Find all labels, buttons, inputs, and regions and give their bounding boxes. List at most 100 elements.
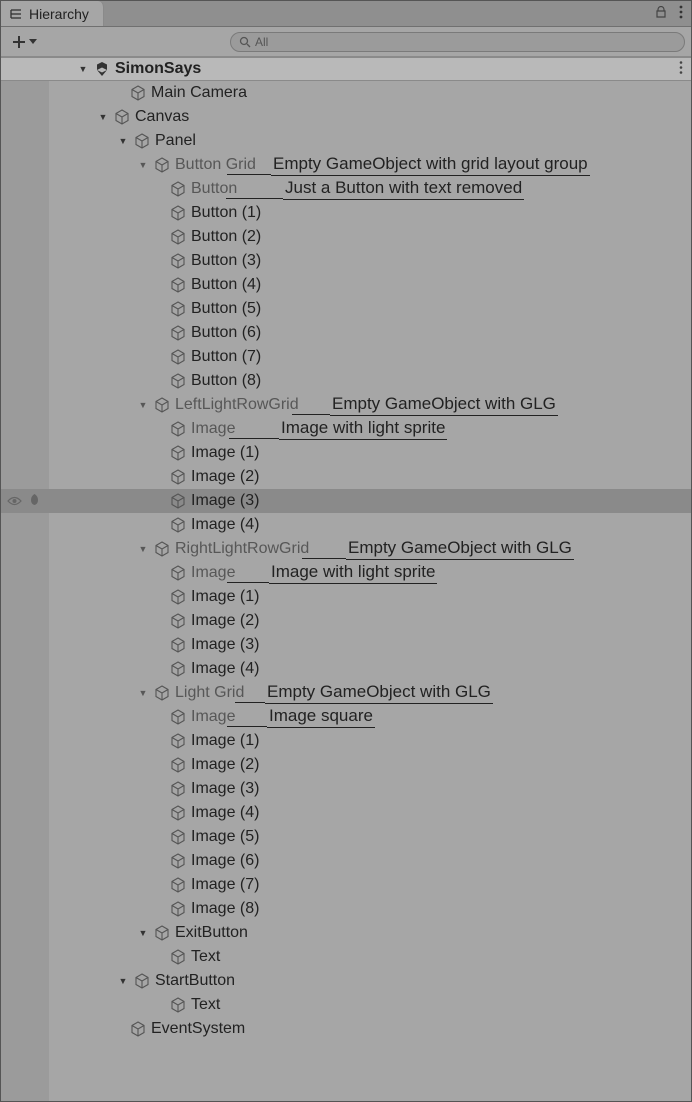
tree-row[interactable]: Image (4) xyxy=(1,513,691,537)
tree-item-label: Light Grid xyxy=(175,684,244,702)
tree-item-label: StartButton xyxy=(155,972,235,990)
tree-row[interactable]: Image (2) xyxy=(1,465,691,489)
tree-row[interactable]: Button (8) xyxy=(1,369,691,393)
tree-item-label: Button (6) xyxy=(191,324,261,342)
gameobject-icon xyxy=(169,517,187,533)
tree-row[interactable]: Button (7) xyxy=(1,345,691,369)
tree-item-label: Image (1) xyxy=(191,732,259,750)
tree-item-label: Button (8) xyxy=(191,372,261,390)
tree-item-label: EventSystem xyxy=(151,1020,245,1038)
tree-row[interactable]: Image (4) xyxy=(1,801,691,825)
gameobject-icon xyxy=(169,733,187,749)
tree-item-label: Button xyxy=(191,180,237,198)
foldout-icon[interactable]: ▼ xyxy=(97,112,109,122)
tree-row[interactable]: Main Camera xyxy=(1,81,691,105)
tree-row[interactable]: Image xyxy=(1,705,691,729)
tree-item-label: RightLightRowGrid xyxy=(175,540,309,558)
gameobject-icon xyxy=(169,229,187,245)
tree-row[interactable]: Text xyxy=(1,945,691,969)
tree-item-label: Image xyxy=(191,420,235,438)
gameobject-icon xyxy=(169,469,187,485)
foldout-icon[interactable]: ▼ xyxy=(137,544,149,554)
search-field[interactable] xyxy=(230,32,685,52)
tree-row[interactable]: Button (6) xyxy=(1,321,691,345)
tree-view[interactable]: ▼SimonSaysMain Camera▼Canvas▼Panel▼Butto… xyxy=(1,57,691,1101)
foldout-icon[interactable]: ▼ xyxy=(137,160,149,170)
chevron-down-icon xyxy=(29,39,37,45)
tree-item-label: Text xyxy=(191,996,220,1014)
lock-icon[interactable] xyxy=(655,6,667,21)
gameobject-icon xyxy=(169,781,187,797)
hierarchy-panel: Hierarchy ▼ SimonSays Main Camera▼Canvas▼P… xyxy=(0,0,692,1102)
gameobject-icon xyxy=(153,541,171,557)
gameobject-icon xyxy=(133,973,151,989)
gameobject-icon xyxy=(169,373,187,389)
tree-row[interactable]: Image (2) xyxy=(1,753,691,777)
tree-row[interactable]: Button (2) xyxy=(1,225,691,249)
tree-row[interactable]: ▼ExitButton xyxy=(1,921,691,945)
tree-row[interactable]: Image (2) xyxy=(1,609,691,633)
tree-row[interactable]: ▼ RightLightRowGrid xyxy=(1,537,691,561)
tree-row[interactable]: ▼ StartButton xyxy=(1,969,691,993)
tree-item-label: Button (2) xyxy=(191,228,261,246)
tree-item-label: Button (5) xyxy=(191,300,261,318)
tree-row[interactable]: Image (4) xyxy=(1,657,691,681)
tree-row[interactable]: Image (1) xyxy=(1,441,691,465)
create-button[interactable] xyxy=(7,32,41,52)
gameobject-icon xyxy=(153,925,171,941)
foldout-icon[interactable]: ▼ xyxy=(77,64,89,74)
tree-row[interactable]: Image (5) xyxy=(1,825,691,849)
tree-row[interactable]: ▼ LeftLightRowGrid xyxy=(1,393,691,417)
tree-item-label: Image (5) xyxy=(191,828,259,846)
foldout-icon[interactable]: ▼ xyxy=(117,136,129,146)
tree-item-label: Button (3) xyxy=(191,252,261,270)
gameobject-icon xyxy=(169,589,187,605)
tree-row[interactable]: ▼Panel xyxy=(1,129,691,153)
tree-row[interactable]: Button xyxy=(1,177,691,201)
eye-icon[interactable] xyxy=(7,494,22,509)
tree-row[interactable]: Image (3) xyxy=(1,777,691,801)
tree-row[interactable]: Image xyxy=(1,561,691,585)
gameobject-icon xyxy=(169,421,187,437)
tree-row[interactable]: EventSystem xyxy=(1,1017,691,1041)
gameobject-icon xyxy=(153,397,171,413)
tree-item-label: Image (8) xyxy=(191,900,259,918)
hierarchy-tab[interactable]: Hierarchy xyxy=(1,1,104,26)
tree-row[interactable]: Button (3) xyxy=(1,249,691,273)
tree-item-label: Image (4) xyxy=(191,660,259,678)
pick-icon[interactable] xyxy=(28,493,41,509)
foldout-icon[interactable]: ▼ xyxy=(137,400,149,410)
gameobject-icon xyxy=(169,253,187,269)
tree-row[interactable]: Button (4) xyxy=(1,273,691,297)
tree-row[interactable]: Image (8) xyxy=(1,897,691,921)
tree-row[interactable]: Button (1) xyxy=(1,201,691,225)
tree-row[interactable]: Image xyxy=(1,417,691,441)
tree-row[interactable]: Image (6) xyxy=(1,849,691,873)
tree-item-label: Image (2) xyxy=(191,468,259,486)
tree-row[interactable]: ▼Canvas xyxy=(1,105,691,129)
tree-row[interactable]: ▼ Button Grid xyxy=(1,153,691,177)
foldout-icon[interactable]: ▼ xyxy=(137,928,149,938)
tree-row[interactable]: Image (7) xyxy=(1,873,691,897)
tree-row[interactable]: Image (3) xyxy=(1,633,691,657)
gameobject-icon xyxy=(169,709,187,725)
tree-item-label: LeftLightRowGrid xyxy=(175,396,299,414)
kebab-menu-icon[interactable] xyxy=(679,5,683,22)
tree-row[interactable]: Image (1) xyxy=(1,729,691,753)
gameobject-icon xyxy=(153,157,171,173)
foldout-icon[interactable]: ▼ xyxy=(137,688,149,698)
tree-row[interactable]: Image (1) xyxy=(1,585,691,609)
tree-item-label: SimonSays xyxy=(115,60,201,78)
search-input[interactable] xyxy=(255,35,676,49)
tree-row[interactable]: Button (5) xyxy=(1,297,691,321)
kebab-menu-icon[interactable] xyxy=(679,61,683,78)
search-icon xyxy=(239,36,251,48)
foldout-icon[interactable]: ▼ xyxy=(117,976,129,986)
tree-row[interactable]: Text xyxy=(1,993,691,1017)
gameobject-icon xyxy=(169,661,187,677)
gameobject-icon xyxy=(169,949,187,965)
tree-row[interactable]: ▼ SimonSays xyxy=(1,57,691,81)
tree-item-label: Button Grid xyxy=(175,156,256,174)
tree-row[interactable]: Image (3) xyxy=(1,489,691,513)
tree-row[interactable]: ▼ Light Grid xyxy=(1,681,691,705)
